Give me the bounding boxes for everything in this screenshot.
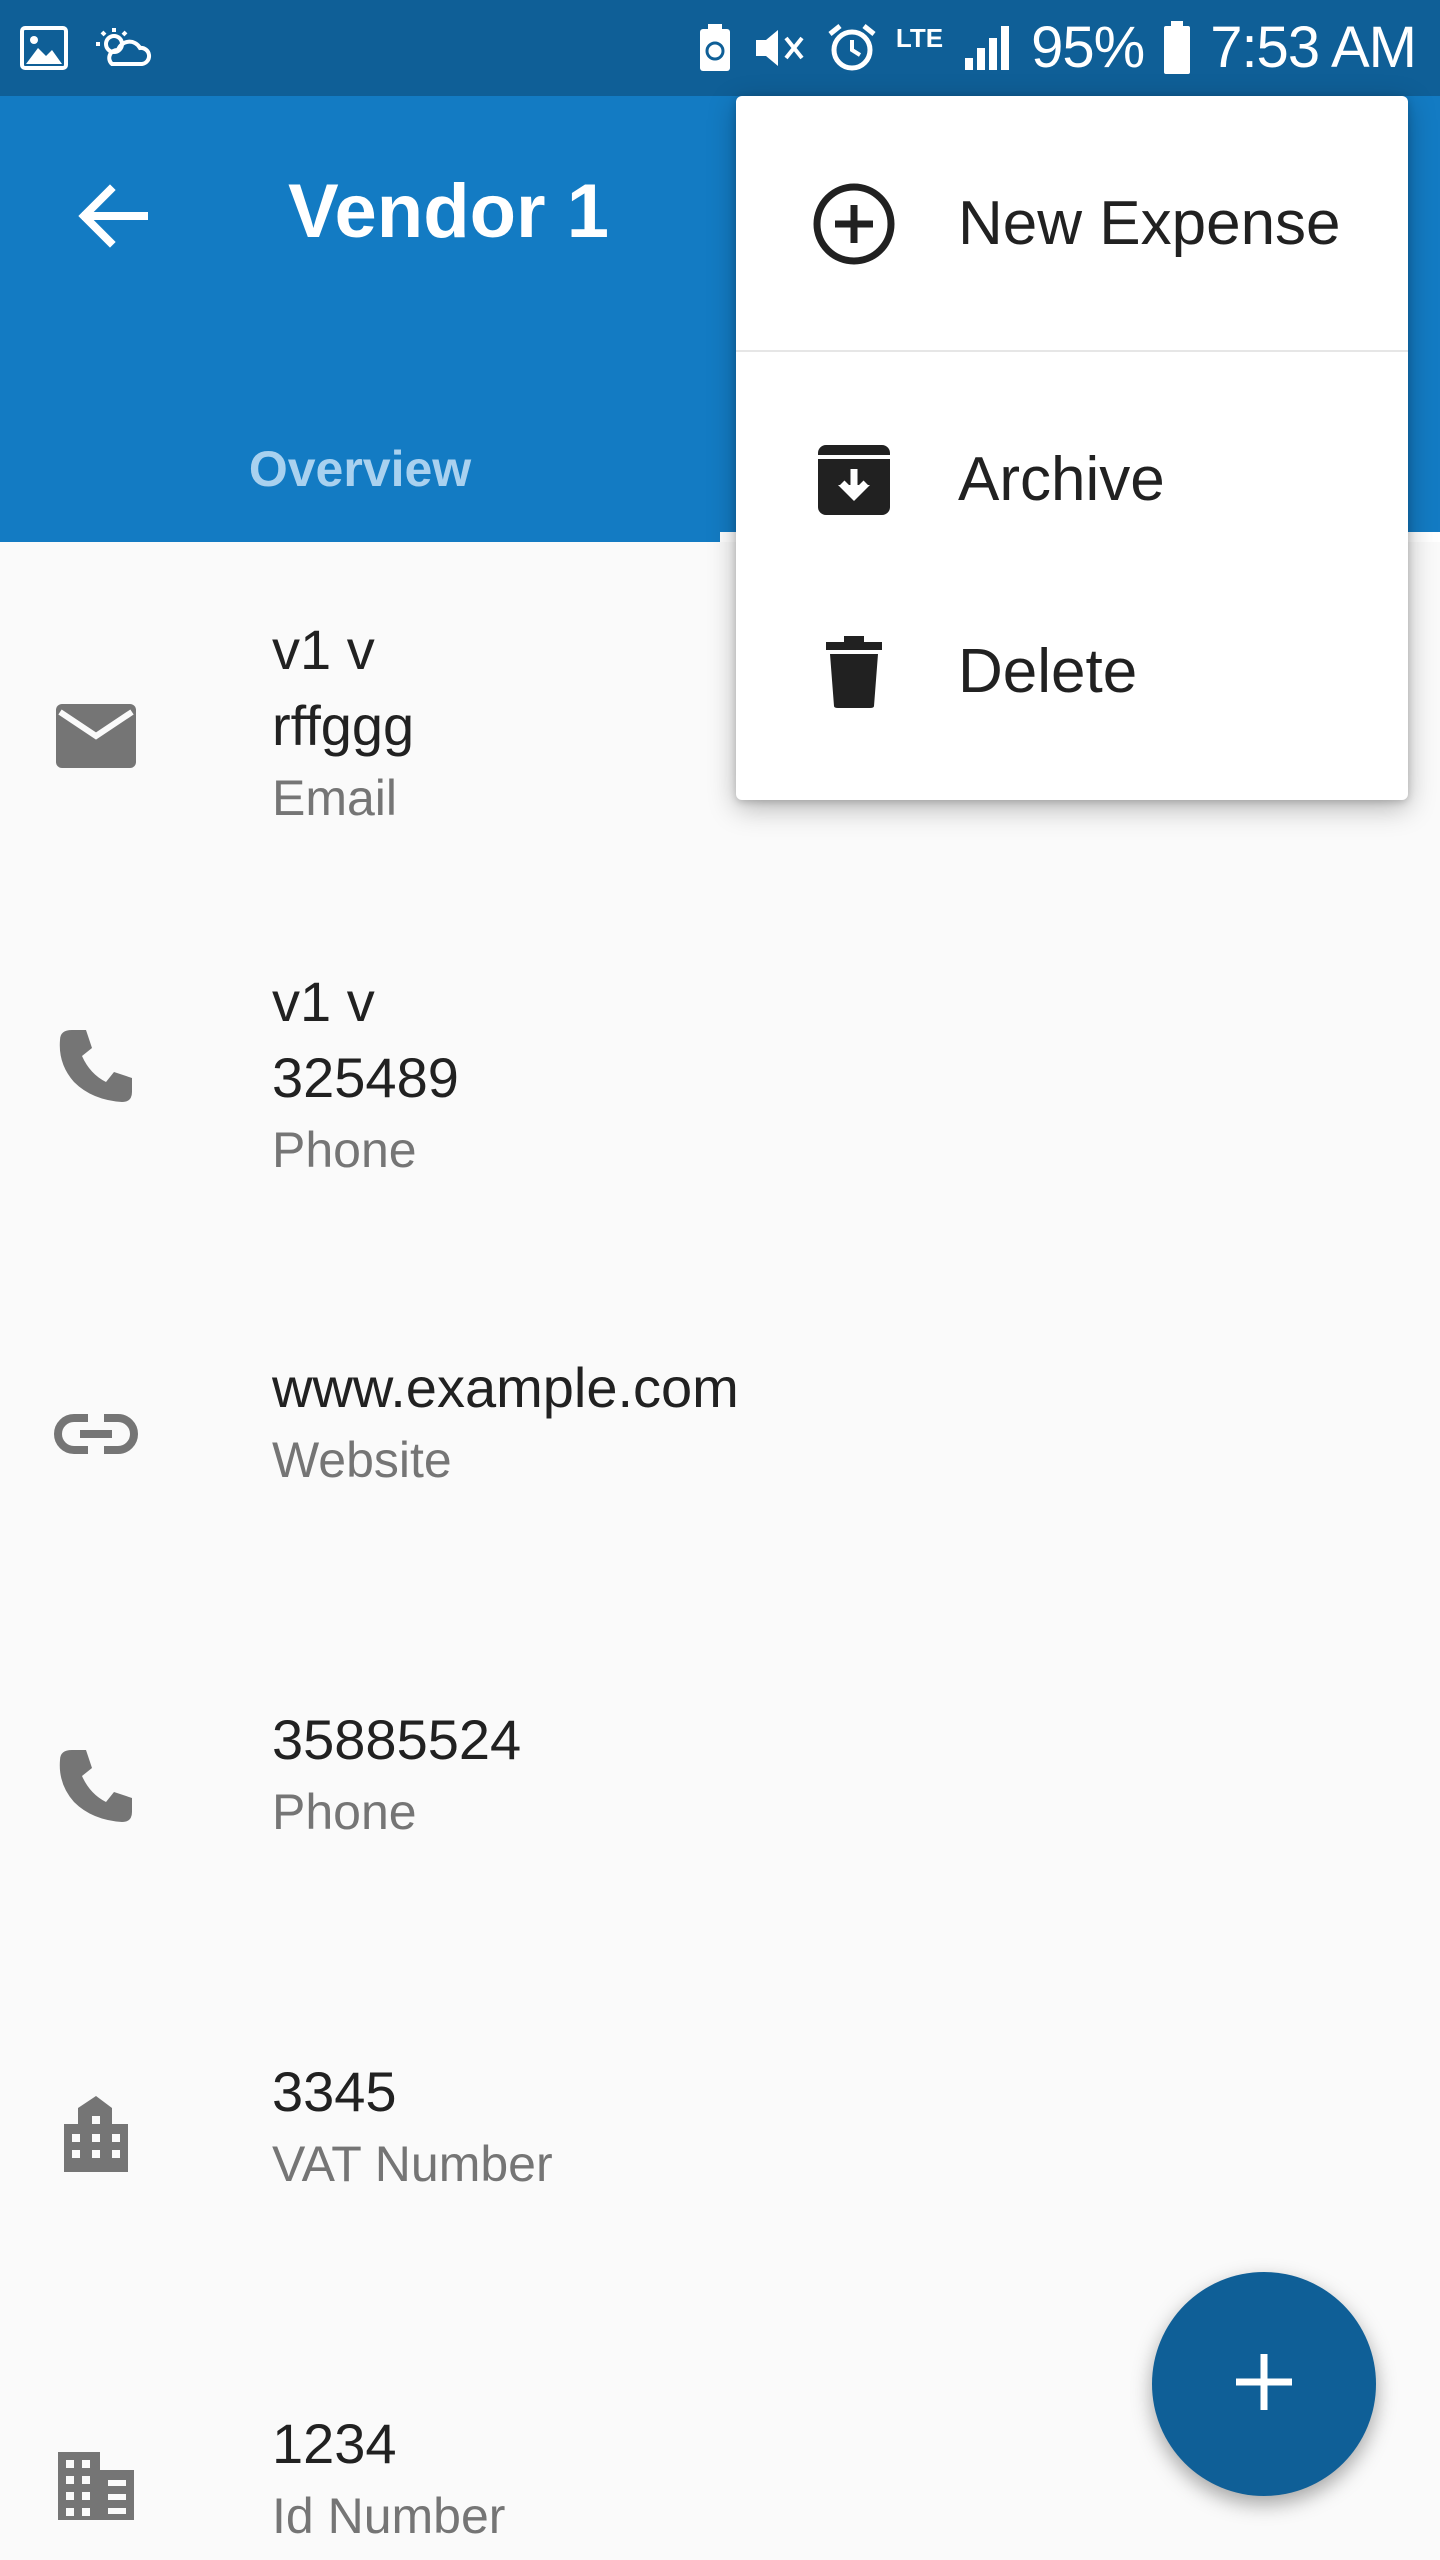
overflow-menu: New Expense Archive Delete [736, 96, 1408, 800]
clock: 7:53 AM [1210, 15, 1417, 80]
phone-icon [52, 1742, 140, 1830]
battery-percent: 95% [1031, 15, 1145, 80]
alarm-icon [826, 22, 878, 74]
page-title: Vendor 1 [288, 169, 609, 254]
battery-icon [1162, 21, 1192, 75]
domain-icon [52, 2442, 140, 2530]
id-text: 1234 Id Number [272, 2406, 505, 2550]
menu-item-label: Delete [958, 637, 1138, 706]
email-text: v1 v rffggg Email [272, 612, 414, 832]
vat-label: VAT Number [272, 2136, 553, 2192]
phone-label: Phone [272, 1784, 417, 1840]
list-item-phone[interactable]: v1 v 325489 Phone [0, 964, 1440, 1264]
phone-value: 325489 [272, 1046, 459, 1109]
id-value: 1234 [272, 2412, 397, 2475]
phone-icon [52, 1022, 140, 1110]
menu-item-label: New Expense [958, 189, 1341, 258]
delete-icon [804, 622, 904, 722]
email-icon [52, 692, 140, 780]
arrow-left-icon [76, 183, 148, 253]
phone-name: v1 v [272, 970, 375, 1033]
phone-value: 35885524 [272, 1708, 522, 1771]
phone-text: 35885524 Phone [272, 1702, 521, 1846]
status-bar: LTE 95% 7:53 AM [0, 0, 1440, 96]
website-label: Website [272, 1432, 452, 1488]
image-icon [20, 26, 68, 70]
mute-vibrate-icon [752, 24, 808, 72]
vat-text: 3345 VAT Number [272, 2054, 553, 2198]
list-item-phone[interactable]: 35885524 Phone [0, 1702, 1440, 1942]
business-icon [52, 2090, 140, 2178]
phone-label: Phone [272, 1122, 417, 1178]
email-label: Email [272, 770, 398, 826]
add-circle-icon [804, 174, 904, 274]
list-item-website[interactable]: www.example.com Website [0, 1350, 1440, 1590]
signal-icon [961, 24, 1013, 72]
id-label: Id Number [272, 2488, 506, 2544]
website-text: www.example.com Website [272, 1350, 739, 1494]
weather-icon [94, 26, 152, 70]
vat-value: 3345 [272, 2060, 397, 2123]
menu-item-new-expense[interactable]: New Expense [736, 134, 1408, 314]
status-right-icons: LTE 95% 7:53 AM [696, 14, 1417, 82]
tab-overview[interactable]: Overview [0, 396, 720, 542]
add-fab-button[interactable] [1152, 2272, 1376, 2496]
website-value: www.example.com [272, 1356, 739, 1419]
lte-icon: LTE [895, 23, 944, 53]
status-left-icons [20, 20, 152, 76]
email-name: v1 v [272, 618, 375, 681]
battery-saver-icon [696, 23, 734, 73]
archive-icon [804, 430, 904, 530]
plus-icon [1232, 2350, 1296, 2419]
list-item-vat-number[interactable]: 3345 VAT Number [0, 2054, 1440, 2294]
back-button[interactable] [62, 168, 162, 268]
menu-item-archive[interactable]: Archive [736, 390, 1408, 570]
email-value: rffggg [272, 694, 415, 757]
menu-item-delete[interactable]: Delete [736, 582, 1408, 762]
menu-item-label: Archive [958, 445, 1165, 514]
phone-text: v1 v 325489 Phone [272, 964, 459, 1184]
menu-divider [736, 350, 1408, 352]
link-icon [52, 1390, 140, 1478]
